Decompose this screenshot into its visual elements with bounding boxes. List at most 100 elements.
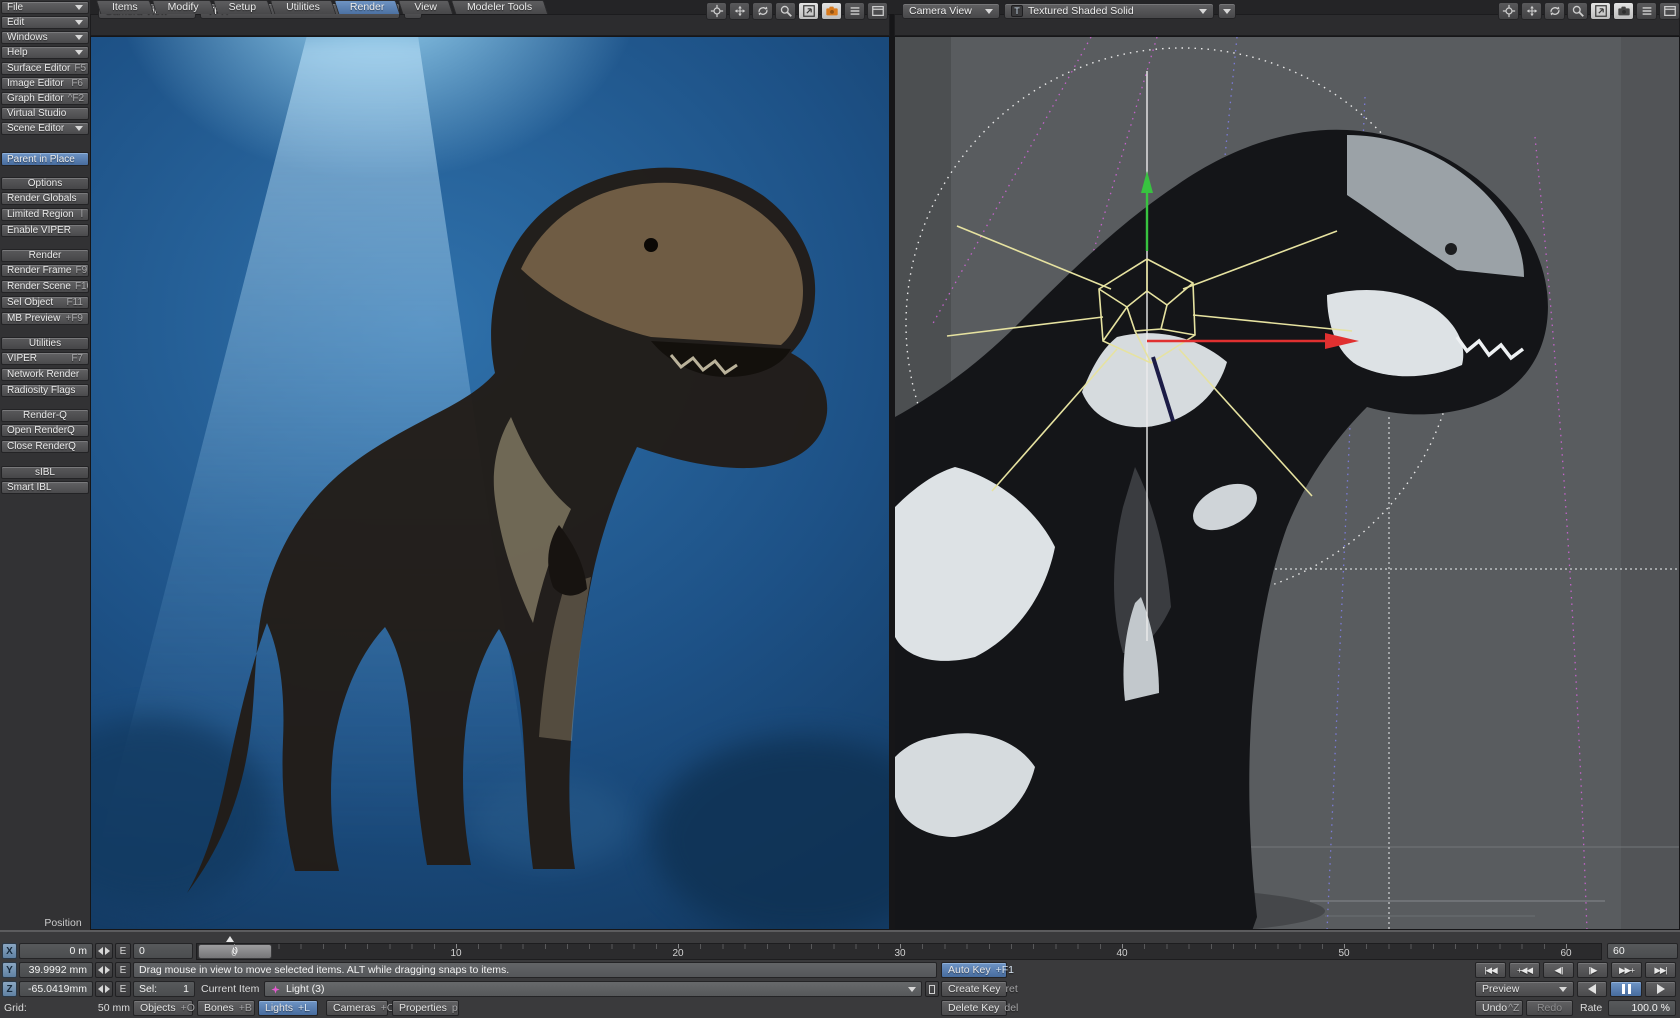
auto-key-button[interactable]: Auto Key+F1	[941, 962, 1007, 978]
selection-count-field[interactable]: Sel:1	[133, 981, 195, 997]
undo-button[interactable]: Undo^Z	[1475, 1000, 1523, 1016]
prev-keyframe-button[interactable]: +◀◀	[1509, 962, 1540, 978]
tab-render[interactable]: Render	[336, 0, 398, 14]
sidebar-item-surface-editor[interactable]: Surface EditorF5	[1, 62, 89, 75]
right-viewport-options-dropdown[interactable]	[1218, 3, 1236, 19]
preview-dropdown[interactable]: Preview	[1475, 981, 1574, 997]
tab-items[interactable]: Items	[98, 0, 152, 14]
sidebar-item-scene-editor[interactable]: Scene Editor	[1, 122, 89, 135]
sidebar-item-radiosity-flags[interactable]: Radiosity Flags	[1, 384, 89, 397]
redo-button[interactable]: Redo	[1526, 1000, 1573, 1016]
edit-objects-button[interactable]: Objects+O	[133, 1000, 193, 1016]
chevron-down-icon	[1199, 9, 1207, 14]
left-pan-view-button[interactable]	[729, 2, 750, 20]
z-value-field[interactable]: -65.0419mm	[19, 981, 93, 997]
sidebar-item-render-scene[interactable]: Render SceneF10	[1, 280, 89, 293]
right-maximize-view-button[interactable]	[1590, 2, 1611, 20]
light-item-widget[interactable]	[895, 37, 1680, 930]
sidebar-item-sel-object[interactable]: Sel ObjectF11	[1, 296, 89, 309]
right-render-mode-dropdown[interactable]: TTextured Shaded Solid	[1004, 3, 1214, 19]
pan-icon	[1525, 4, 1539, 18]
right-rotate-view-button[interactable]	[1544, 2, 1565, 20]
edit-bones-button[interactable]: Bones+B	[197, 1000, 255, 1016]
next-keyframe-button[interactable]: ▶▶+	[1611, 962, 1642, 978]
rate-field[interactable]: 100.0 %	[1608, 1000, 1676, 1016]
z-nudge-control[interactable]	[95, 981, 113, 997]
tick-20: 20	[663, 948, 693, 959]
z-axis-button[interactable]: Z	[2, 981, 17, 997]
current-frame-field[interactable]: 0	[133, 943, 193, 959]
left-list-button[interactable]	[844, 2, 865, 20]
pause-icon	[1622, 984, 1631, 994]
right-viewport-camera-shaded[interactable]	[894, 36, 1680, 930]
left-maximize-view-button[interactable]	[798, 2, 819, 20]
x-value-field[interactable]: 0 m	[19, 943, 93, 959]
timeline-ruler[interactable]: 0 0 10 20 30 40 50 60	[196, 943, 1602, 960]
chevron-down-icon	[75, 126, 83, 131]
sidebar-item-render-frame[interactable]: Render FrameF9	[1, 264, 89, 277]
sidebar-item-viper[interactable]: VIPERF7	[1, 352, 89, 365]
right-view-type-dropdown[interactable]: Camera View	[902, 3, 1000, 19]
edit-cameras-button[interactable]: Cameras+C	[326, 1000, 388, 1016]
left-rotate-view-button[interactable]	[752, 2, 773, 20]
y-value-field[interactable]: 39.9992 mm	[19, 962, 93, 978]
textured-mode-icon: T	[1011, 5, 1023, 17]
sidebar-item-close-renderq[interactable]: Close RenderQ	[1, 440, 89, 453]
menu-windows[interactable]: Windows	[1, 31, 89, 44]
sidebar-item-image-editor[interactable]: Image EditorF6	[1, 77, 89, 90]
right-list-button[interactable]	[1636, 2, 1657, 20]
sidebar-item-limited-region[interactable]: Limited Regionl	[1, 208, 89, 221]
sidebar-item-enable-viper[interactable]: Enable VIPER	[1, 224, 89, 237]
z-envelope-button[interactable]: E	[115, 981, 131, 997]
parent-in-place-button[interactable]: Parent in Place	[1, 152, 89, 166]
menu-help[interactable]: Help	[1, 46, 89, 59]
step-back-button[interactable]: ◀||	[1543, 962, 1574, 978]
y-envelope-button[interactable]: E	[115, 962, 131, 978]
create-key-button[interactable]: Create Keyret	[941, 981, 1007, 997]
current-item-dropdown[interactable]: Light (3)	[264, 981, 922, 997]
sidebar-item-render-globals[interactable]: Render Globals	[1, 192, 89, 205]
play-reverse-button[interactable]	[1577, 981, 1607, 997]
sidebar-item-open-renderq[interactable]: Open RenderQ	[1, 424, 89, 437]
y-axis-button[interactable]: Y	[2, 962, 17, 978]
right-pan-view-button[interactable]	[1521, 2, 1542, 20]
end-frame-field[interactable]: 60	[1607, 943, 1678, 959]
right-camera-toggle-button[interactable]	[1613, 2, 1634, 20]
item-properties-mini-button[interactable]	[925, 981, 939, 997]
item-properties-button[interactable]: Propertiesp	[392, 1000, 459, 1016]
left-camera-toggle-button[interactable]	[821, 2, 842, 20]
tab-modify[interactable]: Modify	[154, 0, 213, 14]
tab-view[interactable]: View	[400, 0, 451, 14]
delete-key-button[interactable]: Delete Keydel	[941, 1000, 1007, 1016]
sidebar-item-mb-preview[interactable]: MB Preview+F9	[1, 312, 89, 325]
edit-lights-button[interactable]: Lights+L	[258, 1000, 318, 1016]
right-zoom-view-button[interactable]	[1567, 2, 1588, 20]
y-nudge-control[interactable]	[95, 962, 113, 978]
sidebar-item-network-render[interactable]: Network Render	[1, 368, 89, 381]
jump-first-frame-button[interactable]: |◀◀	[1475, 962, 1506, 978]
x-envelope-button[interactable]: E	[115, 943, 131, 959]
tab-setup[interactable]: Setup	[215, 0, 270, 14]
position-channel-label[interactable]: Position	[36, 917, 90, 929]
right-window-button[interactable]	[1659, 2, 1680, 20]
jump-last-frame-button[interactable]: ▶▶|	[1645, 962, 1676, 978]
pause-button[interactable]	[1610, 981, 1642, 997]
sidebar-item-smart-ibl[interactable]: Smart IBL	[1, 481, 89, 494]
step-forward-button[interactable]: ||▶	[1577, 962, 1608, 978]
x-axis-button[interactable]: X	[2, 943, 17, 959]
viewport-divider[interactable]	[890, 14, 894, 930]
left-move-view-button[interactable]	[706, 2, 727, 20]
x-nudge-control[interactable]	[95, 943, 113, 959]
tab-utilities[interactable]: Utilities	[272, 0, 334, 14]
right-move-view-button[interactable]	[1498, 2, 1519, 20]
sidebar-item-graph-editor[interactable]: Graph Editor^F2	[1, 92, 89, 105]
left-zoom-view-button[interactable]	[775, 2, 796, 20]
menu-file[interactable]: File	[1, 1, 89, 14]
section-label-render: Render	[1, 249, 89, 262]
play-forward-button[interactable]	[1645, 981, 1676, 997]
left-window-button[interactable]	[867, 2, 888, 20]
sidebar-item-virtual-studio[interactable]: Virtual Studio	[1, 107, 89, 120]
tab-modeler-tools[interactable]: Modeler Tools	[453, 0, 546, 14]
left-viewport-camera-vpr[interactable]	[90, 36, 890, 930]
menu-edit[interactable]: Edit	[1, 16, 89, 29]
